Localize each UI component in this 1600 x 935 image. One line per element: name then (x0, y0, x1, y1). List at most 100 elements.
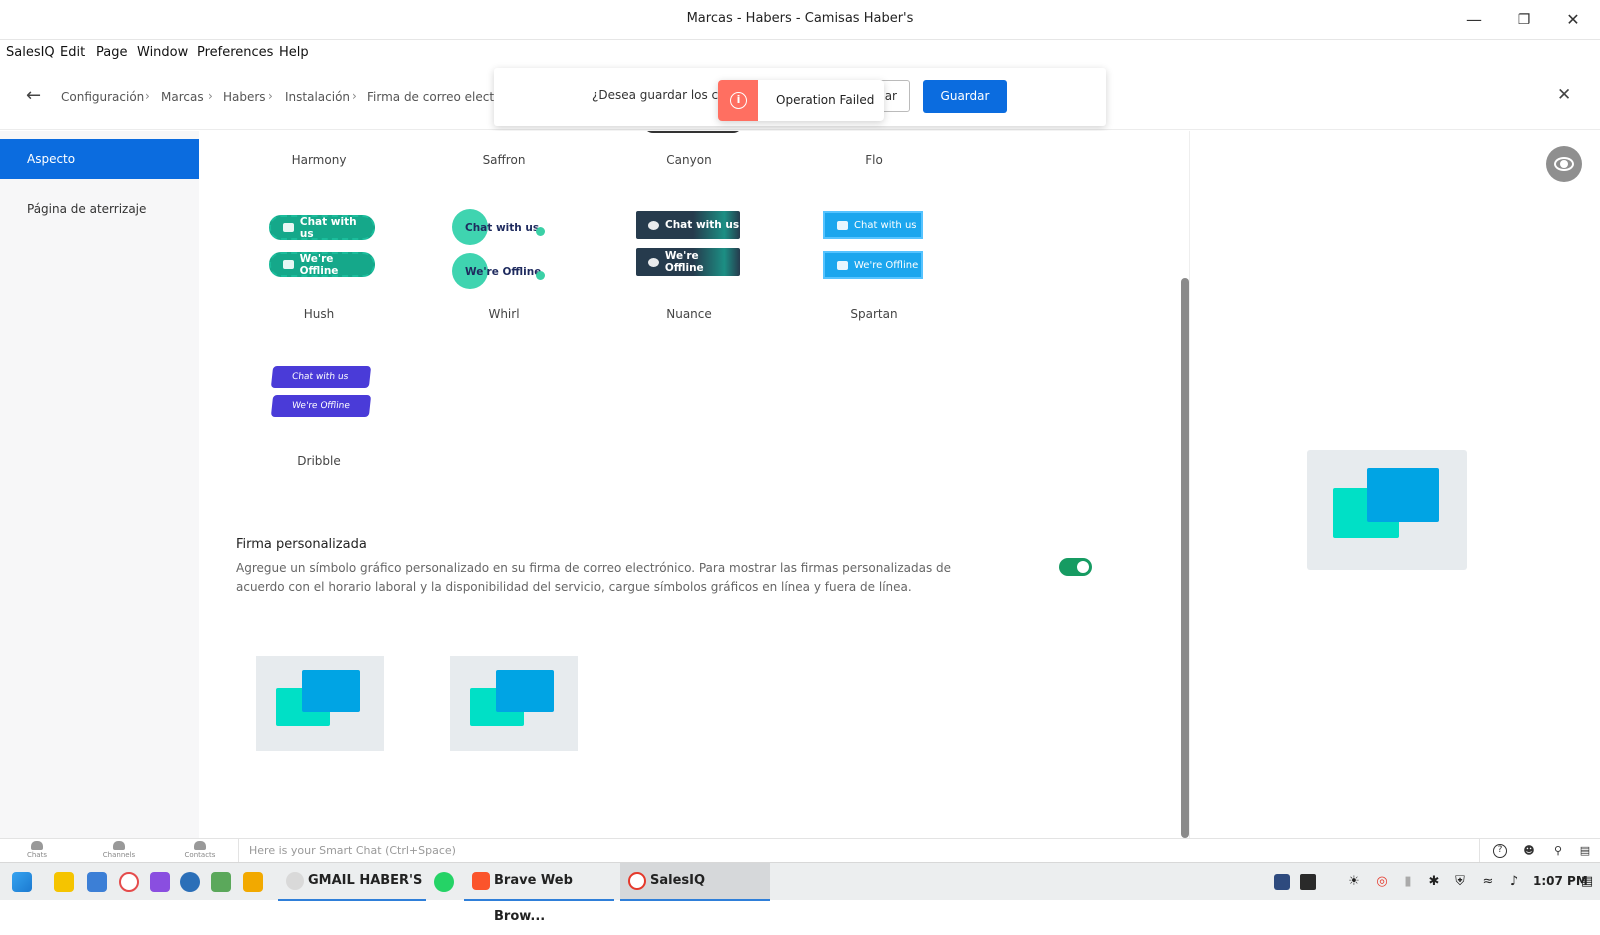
dribble-online-button[interactable]: Chat with us (270, 366, 372, 388)
notifications-icon[interactable]: ▤ (1579, 874, 1595, 890)
task-gmail[interactable]: GMAIL HABER'S (278, 863, 426, 901)
whirl-offline-text: We're Offline (465, 266, 542, 278)
canyon-preview[interactable] (643, 131, 743, 133)
menu-salesiq[interactable]: SalesIQ (6, 45, 55, 60)
users-icon[interactable]: ☻ (1522, 844, 1536, 858)
gmail-icon (286, 872, 304, 890)
task-brave[interactable]: Brave Web Brow... (464, 863, 614, 924)
close-icon[interactable]: ✕ (1557, 85, 1571, 105)
restore-icon[interactable]: ❐ (1512, 8, 1536, 32)
toast-message: Operation Failed (776, 93, 875, 107)
app-icon[interactable] (211, 872, 231, 892)
nav-chats[interactable]: Chats (17, 841, 57, 859)
sidebar-item-pagina-aterrizaje[interactable]: Página de aterrizaje (0, 189, 199, 229)
privacy-app-icon[interactable] (150, 872, 170, 892)
signature-toggle[interactable] (1059, 558, 1092, 576)
hush-offline-text: We're Offline (299, 252, 339, 277)
menu-window[interactable]: Window (137, 45, 188, 60)
style-label-canyon: Canyon (666, 153, 712, 167)
wifi-icon[interactable]: ≈ (1480, 874, 1496, 890)
style-label-flo: Flo (865, 153, 883, 167)
nuance-online-text: Chat with us (665, 219, 740, 231)
brave-icon (472, 872, 490, 890)
chat-bubble-icon (837, 220, 848, 230)
hush-online-button[interactable]: Chat with us (269, 215, 375, 240)
style-label-hush: Hush (303, 307, 335, 321)
error-icon: i (718, 80, 758, 121)
os-taskbar: GMAIL HABER'S Brave Web Brow... SalesIQ … (0, 862, 1600, 924)
sidebar-item-aspecto[interactable]: Aspecto (0, 139, 199, 179)
smart-chat-input[interactable]: Here is your Smart Chat (Ctrl+Space) (238, 839, 1480, 863)
nuance-offline-button[interactable]: We're Offline (636, 248, 740, 276)
title-bar: Marcas - Habers - Camisas Haber's — ❐ ✕ (0, 0, 1600, 40)
main-content: Harmony Saffron Canyon Flo Chat with us … (199, 131, 1189, 838)
tray-app-icon[interactable] (1274, 874, 1290, 890)
online-signature-upload[interactable] (256, 656, 384, 751)
scrollbar[interactable] (1181, 278, 1189, 838)
save-button[interactable]: Guardar (923, 80, 1007, 113)
crumb-configuracion[interactable]: Configuración (61, 90, 144, 104)
style-label-whirl: Whirl (488, 307, 520, 321)
calculator-icon[interactable] (87, 872, 107, 892)
chevron-right-icon: › (145, 89, 150, 103)
spartan-offline-button[interactable]: We're Offline (823, 251, 923, 279)
contacts-icon (194, 841, 206, 850)
salesiq-icon (628, 872, 646, 890)
crumb-marcas[interactable]: Marcas (161, 90, 204, 104)
whirl-online-text: Chat with us (465, 222, 540, 234)
nav-channels[interactable]: Channels (99, 841, 139, 859)
offline-signature-upload[interactable] (450, 656, 578, 751)
style-label-spartan: Spartan (850, 307, 898, 321)
sticky-notes-icon[interactable] (54, 872, 74, 892)
bluetooth-icon[interactable]: ✱ (1426, 874, 1442, 890)
volume-icon[interactable]: ♪ (1506, 874, 1522, 890)
chats-icon (31, 841, 43, 850)
notes-icon[interactable]: ▤ (1578, 844, 1592, 858)
crumb-habers[interactable]: Habers (223, 90, 266, 104)
hush-online-text: Chat with us (299, 215, 357, 240)
chat-bubble-icon (283, 260, 294, 269)
dribble-offline-button[interactable]: We're Offline (270, 395, 372, 417)
spartan-online-text: Chat with us (854, 219, 917, 231)
chat-dot-icon (536, 227, 545, 236)
crumb-instalacion[interactable]: Instalación (285, 90, 350, 104)
chat-bubble-icon (837, 260, 848, 270)
dribble-online-text: Chat with us (291, 372, 349, 382)
app-icon[interactable] (180, 872, 200, 892)
app-bottom-bar: Chats Channels Contacts Here is your Sma… (0, 838, 1600, 863)
close-window-icon[interactable]: ✕ (1561, 8, 1585, 32)
task-salesiq[interactable]: SalesIQ (620, 863, 770, 901)
brightness-icon[interactable]: ☀ (1346, 874, 1362, 890)
nav-contacts[interactable]: Contacts (180, 841, 220, 859)
signature-preview (1307, 450, 1467, 570)
style-label-nuance: Nuance (666, 307, 712, 321)
minimize-icon[interactable]: — (1462, 8, 1486, 32)
shield-icon[interactable]: ⛨ (1452, 874, 1468, 890)
menu-bar: SalesIQ Edit Page Window Preferences Hel… (0, 40, 1600, 66)
eye-icon[interactable] (1546, 146, 1582, 182)
dribble-offline-text: We're Offline (291, 401, 351, 411)
hush-offline-button[interactable]: We're Offline (269, 252, 375, 277)
menu-preferences[interactable]: Preferences (197, 45, 273, 60)
signature-title: Firma personalizada (236, 537, 367, 552)
terminal-icon[interactable] (1300, 874, 1316, 890)
whatsapp-icon[interactable] (434, 872, 454, 892)
spartan-online-button[interactable]: Chat with us (823, 211, 923, 239)
search-icon[interactable]: ⚲ (1551, 844, 1565, 858)
start-menu-icon[interactable] (12, 872, 32, 892)
back-arrow-icon[interactable]: ← (26, 85, 41, 106)
menu-page[interactable]: Page (96, 45, 127, 60)
spartan-offline-text: We're Offline (854, 259, 919, 271)
file-manager-icon[interactable] (243, 872, 263, 892)
tray-app-icon[interactable]: ▮ (1400, 874, 1416, 890)
menu-edit[interactable]: Edit (60, 45, 85, 60)
app-icon[interactable] (119, 872, 139, 892)
window-title: Marcas - Habers - Camisas Haber's (686, 11, 914, 26)
salesiq-tray-icon[interactable]: ◎ (1374, 874, 1390, 890)
chevron-right-icon: › (268, 89, 273, 103)
error-toast: i Operation Failed (718, 80, 884, 121)
nuance-online-button[interactable]: Chat with us (636, 211, 740, 239)
help-icon[interactable]: ? (1493, 844, 1507, 858)
crumb-firma: Firma de correo electró (367, 90, 507, 104)
menu-help[interactable]: Help (279, 45, 309, 60)
